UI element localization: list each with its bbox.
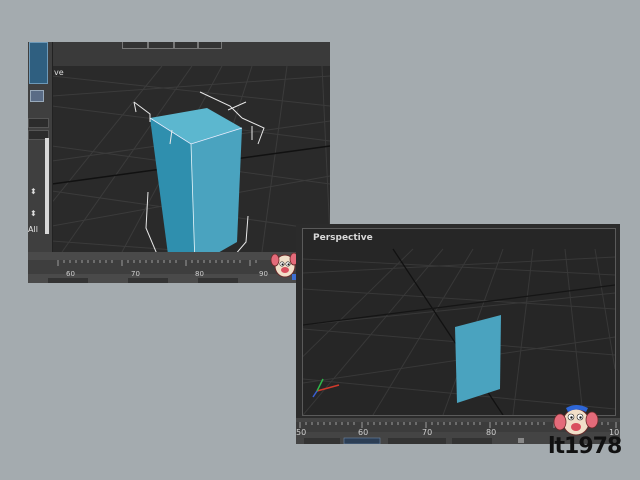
time-tick-label: 80 — [486, 428, 497, 437]
time-tick-label: 60 — [358, 428, 369, 437]
time-tick-label: 60 — [66, 270, 75, 278]
plane-object[interactable] — [455, 315, 501, 403]
toolbar-button[interactable] — [198, 42, 222, 49]
material-preview[interactable] — [29, 42, 48, 84]
watermark-text: lt1978 — [548, 434, 622, 459]
parameter-field[interactable] — [28, 118, 49, 128]
screenshot-top-left: ve ⬍ ⬍ All 60 70 80 90 — [28, 42, 330, 283]
panel-icon-button[interactable] — [30, 90, 44, 102]
viewport-canvas[interactable] — [303, 229, 615, 415]
time-tick-label: 70 — [131, 270, 140, 278]
viewport-canvas[interactable] — [28, 65, 330, 283]
toolbar-button[interactable] — [174, 42, 198, 49]
time-tick-label: 80 — [195, 270, 204, 278]
all-label[interactable]: All — [28, 225, 38, 234]
viewport-perspective[interactable] — [28, 65, 330, 283]
command-panel: ⬍ ⬍ All — [28, 42, 53, 252]
viewport-label: ve — [54, 68, 64, 77]
toolbar-button[interactable] — [122, 42, 148, 49]
viewport-perspective[interactable]: Perspective — [302, 228, 616, 416]
viewport-label[interactable]: Perspective — [313, 233, 373, 243]
time-tick-label: 70 — [422, 428, 433, 437]
spinner-icon[interactable]: ⬍ — [30, 188, 37, 196]
toolbar-button[interactable] — [148, 42, 174, 49]
time-tick-label: 50 — [296, 428, 307, 437]
top-toolbar — [28, 42, 330, 66]
panel-scrollbar[interactable] — [45, 138, 49, 234]
spinner-icon[interactable]: ⬍ — [30, 210, 37, 218]
mascot-icon — [270, 252, 299, 280]
